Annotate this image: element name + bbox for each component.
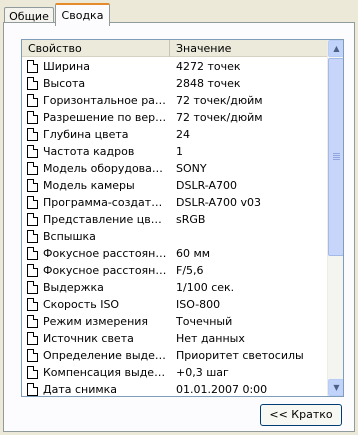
list-item[interactable]: Представление цвета sRGB (22, 211, 328, 228)
list-item[interactable]: Фокусное расстояние 60 мм (22, 245, 328, 262)
document-icon (27, 281, 38, 294)
list-item[interactable]: Выдержка 1/100 сек. (22, 279, 328, 296)
document-icon (27, 383, 38, 396)
property-value: sRGB (176, 213, 206, 226)
document-icon (27, 111, 38, 124)
list-item[interactable]: Источник света Нет данных (22, 330, 328, 347)
list-item[interactable]: Модель оборудования SONY (22, 160, 328, 177)
property-value: SONY (176, 162, 207, 175)
property-name: Дата снимка (43, 383, 118, 396)
property-value: 4272 точек (176, 60, 241, 73)
property-name: Источник света (43, 332, 134, 345)
document-icon (27, 264, 38, 277)
property-name: Глубина цвета (43, 128, 129, 141)
column-header-value[interactable]: Значение (170, 40, 328, 57)
property-name: Модель камеры (43, 179, 135, 192)
list-item[interactable]: Горизонтальное разр... 72 точек/дюйм (22, 92, 328, 109)
property-value: 01.01.2007 0:00 (176, 383, 268, 396)
scroll-thumb[interactable] (328, 58, 343, 256)
document-icon (27, 332, 38, 345)
document-icon (27, 315, 38, 328)
scroll-up-button[interactable]: ▲ (328, 40, 343, 57)
property-name: Определение выдержки (43, 349, 168, 362)
vertical-scrollbar[interactable]: ▲ ▼ (327, 40, 343, 396)
list-item[interactable]: Частота кадров 1 (22, 143, 328, 160)
list-item[interactable]: Глубина цвета 24 (22, 126, 328, 143)
property-name: Горизонтальное разр... (43, 94, 168, 107)
document-icon (27, 349, 38, 362)
list-item[interactable]: Высота 2848 точек (22, 75, 328, 92)
list-item[interactable]: Режим измерения Точечный (22, 313, 328, 330)
list-item[interactable]: Вспышка (22, 228, 328, 245)
property-name: Фокусное расстояние (43, 264, 168, 277)
property-value: Точечный (176, 315, 233, 328)
property-name: Частота кадров (43, 145, 135, 158)
property-value: Нет данных (176, 332, 245, 345)
grip-line (333, 153, 340, 154)
document-icon (27, 179, 38, 192)
document-icon (27, 162, 38, 175)
property-value: DSLR-A700 v03 (176, 196, 262, 209)
list-item[interactable]: Ширина 4272 точек (22, 58, 328, 75)
tab-summary[interactable]: Сводка (55, 3, 110, 26)
property-value: 72 точек/дюйм (176, 94, 263, 107)
property-name: Высота (43, 77, 86, 90)
property-name: Вспышка (43, 230, 96, 243)
property-name: Режим измерения (43, 315, 149, 328)
property-name: Модель оборудования (43, 162, 168, 175)
grip-line (333, 159, 340, 160)
document-icon (27, 298, 38, 311)
arrow-down-icon: ▼ (333, 383, 340, 392)
document-icon (27, 230, 38, 243)
property-name: Компенсация выдержки (43, 366, 168, 379)
list-item[interactable]: Компенсация выдержки +0,3 шаг (22, 364, 328, 381)
list-header: Свойство Значение (22, 40, 328, 57)
document-icon (27, 60, 38, 73)
list-item[interactable]: Дата снимка 01.01.2007 0:00 (22, 381, 328, 396)
list-item[interactable]: Программа-создатель DSLR-A700 v03 (22, 194, 328, 211)
property-rows: Ширина 4272 точек Высота 2848 точек Горизонт… (22, 58, 328, 396)
property-name: Ширина (43, 60, 90, 73)
list-item[interactable]: Скорость ISO ISO-800 (22, 296, 328, 313)
document-icon (27, 366, 38, 379)
grip-line (333, 155, 340, 156)
property-value: +0,3 шаг (176, 366, 229, 379)
property-value: 2848 точек (176, 77, 241, 90)
property-value: 60 мм (176, 247, 211, 260)
document-icon (27, 77, 38, 90)
document-icon (27, 145, 38, 158)
property-name: Программа-создатель (43, 196, 168, 209)
property-value: 1/100 сек. (176, 281, 235, 294)
scroll-down-button[interactable]: ▼ (328, 379, 343, 396)
brief-button[interactable]: << Кратко (260, 404, 342, 426)
list-item[interactable]: Разрешение по верти... 72 точек/дюйм (22, 109, 328, 126)
list-item[interactable]: Определение выдержки Приоритет светосилы (22, 347, 328, 364)
property-list: Свойство Значение Ширина 4272 точек Высота… (21, 39, 344, 397)
property-value: Приоритет светосилы (176, 349, 304, 362)
property-name: Выдержка (43, 281, 104, 294)
list-item[interactable]: Фокусное расстояние F/5,6 (22, 262, 328, 279)
document-icon (27, 128, 38, 141)
property-name: Разрешение по верти... (43, 111, 168, 124)
arrow-up-icon: ▲ (333, 44, 340, 53)
property-value: F/5,6 (176, 264, 204, 277)
document-icon (27, 94, 38, 107)
property-name: Фокусное расстояние (43, 247, 168, 260)
property-value: 72 точек/дюйм (176, 111, 263, 124)
property-value: DSLR-A700 (176, 179, 238, 192)
document-icon (27, 196, 38, 209)
property-name: Скорость ISO (43, 298, 120, 311)
list-item[interactable]: Модель камеры DSLR-A700 (22, 177, 328, 194)
property-value: ISO-800 (176, 298, 221, 311)
column-header-property[interactable]: Свойство (22, 40, 170, 57)
document-icon (27, 247, 38, 260)
document-icon (27, 213, 38, 226)
property-value: 1 (176, 145, 183, 158)
property-name: Представление цвета (43, 213, 168, 226)
grip-line (333, 157, 340, 158)
property-value: 24 (176, 128, 190, 141)
